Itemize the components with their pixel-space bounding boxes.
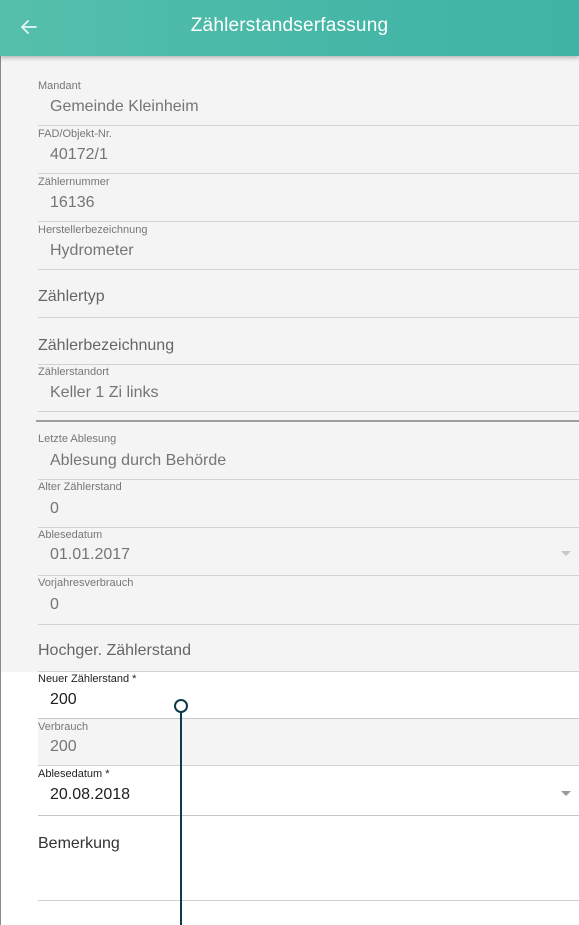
zaehlertyp-placeholder: Zählertyp (38, 288, 105, 305)
fad-objekt-label: FAD/Objekt-Nr. (38, 128, 112, 140)
mandant-underline (38, 125, 579, 126)
vorjahresverbrauch-label: Vorjahresverbrauch (38, 577, 134, 589)
zaehlerstandort-field: Zählerstandort Keller 1 Zi links (38, 366, 579, 412)
fad-objekt-field: FAD/Objekt-Nr. 40172/1 (38, 128, 579, 174)
ablesedatum-neu-select[interactable]: Ablesedatum * 20.08.2018 (38, 768, 579, 816)
annotation-pointer-dot (174, 699, 188, 713)
ablesedatum-neu-value[interactable]: 20.08.2018 (50, 785, 130, 805)
section-separator (36, 420, 579, 422)
fad-objekt-underline (38, 173, 579, 174)
mandant-value: Gemeinde Kleinheim (50, 98, 199, 115)
fad-objekt-value: 40172/1 (50, 146, 108, 163)
zaehlerstandort-underline (38, 411, 579, 412)
annotation-pointer-line (180, 708, 182, 925)
zaehlerbezeichnung-placeholder: Zählerbezeichnung (38, 337, 175, 354)
hochger-zaehlerstand-placeholder: Hochger. Zählerstand (38, 642, 191, 659)
neuer-zaehlerstand-value[interactable]: 200 (50, 690, 77, 710)
zaehlernummer-underline (38, 221, 579, 222)
letzte-ablesung-field: Letzte Ablesung Ablesung durch Behörde (38, 433, 579, 480)
ablesedatum-neu-label: Ablesedatum * (38, 768, 110, 780)
zaehlernummer-value: 16136 (50, 194, 95, 211)
ablesedatum-alt-value: 01.01.2017 (50, 546, 131, 563)
bemerkung-textarea[interactable]: Bemerkung (38, 832, 579, 872)
alter-zaehlerstand-underline (38, 527, 579, 528)
page-title: Zählerstandserfassung (190, 15, 389, 36)
herstellerbezeichnung-label: Herstellerbezeichnung (38, 224, 148, 236)
alter-zaehlerstand-value: 0 (50, 500, 59, 517)
vorjahresverbrauch-field: Vorjahresverbrauch 0 (38, 577, 579, 625)
zaehlernummer-field: Zählernummer 16136 (38, 176, 579, 222)
zaehlerstandort-value: Keller 1 Zi links (50, 384, 159, 401)
zaehlernummer-label: Zählernummer (38, 176, 110, 188)
letzte-ablesung-label: Letzte Ablesung (38, 433, 117, 445)
herstellerbezeichnung-value: Hydrometer (50, 242, 134, 259)
hochger-zaehlerstand-field: Hochger. Zählerstand (38, 625, 579, 672)
vorjahresverbrauch-value: 0 (50, 596, 59, 613)
ablesedatum-alt-field: Ablesedatum 01.01.2017 (38, 529, 579, 576)
chevron-down-icon[interactable] (561, 791, 571, 796)
alter-zaehlerstand-label: Alter Zählerstand (38, 481, 122, 493)
zaehlerbezeichnung-underline (38, 364, 579, 365)
herstellerbezeichnung-field: Herstellerbezeichnung Hydrometer (38, 224, 579, 270)
neuer-zaehlerstand-label: Neuer Zählerstand * (38, 673, 137, 685)
verbrauch-value: 200 (50, 738, 77, 755)
chevron-down-icon (561, 551, 571, 556)
ablesedatum-alt-underline (38, 575, 579, 576)
verbrauch-label: Verbrauch (38, 721, 89, 733)
bemerkung-placeholder: Bemerkung (38, 835, 120, 852)
bemerkung-underline (38, 900, 579, 901)
letzte-ablesung-underline (38, 479, 579, 480)
hochger-zaehlerstand-underline (38, 671, 579, 672)
verbrauch-underline (38, 765, 579, 766)
mandant-label: Mandant (38, 80, 81, 92)
app-bar: Zählerstandserfassung (0, 0, 579, 56)
verbrauch-field: Verbrauch 200 (38, 719, 579, 766)
ablesedatum-alt-label: Ablesedatum (38, 529, 103, 541)
zaehlertyp-field: Zählertyp (38, 270, 579, 318)
mandant-field: Mandant Gemeinde Kleinheim (38, 80, 579, 126)
zaehlerbezeichnung-field: Zählerbezeichnung (38, 318, 579, 366)
alter-zaehlerstand-field: Alter Zählerstand 0 (38, 481, 579, 528)
zaehlerstandort-label: Zählerstandort (38, 366, 109, 378)
ablesedatum-neu-underline (38, 815, 579, 816)
letzte-ablesung-value: Ablesung durch Behörde (50, 452, 227, 469)
neuer-zaehlerstand-input[interactable]: Neuer Zählerstand * 200 (38, 673, 579, 719)
